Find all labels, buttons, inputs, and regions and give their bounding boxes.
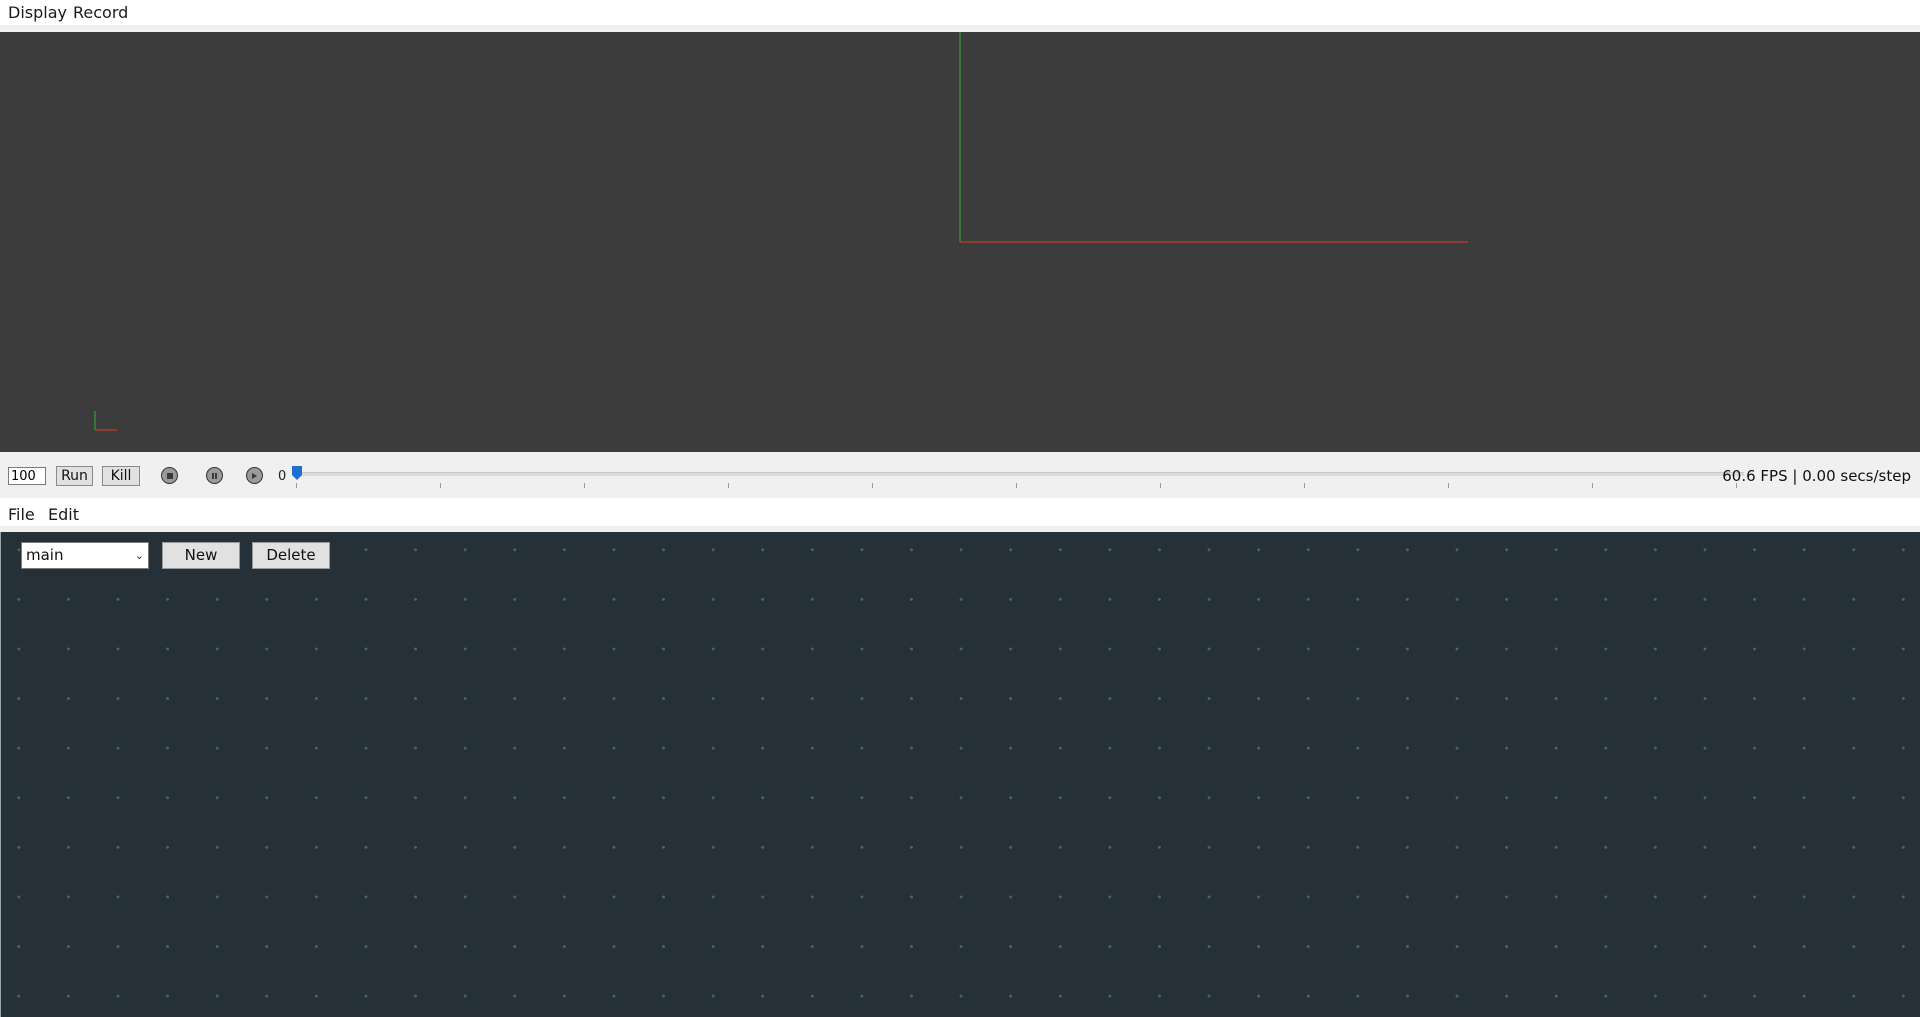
simulation-controls: 100 Run Kill 0 60.6 FPS | 0.00 secs/step	[0, 452, 1920, 498]
run-button[interactable]: Run	[56, 466, 93, 486]
play-icon	[252, 472, 257, 479]
play-button[interactable]	[246, 467, 263, 484]
stop-icon	[166, 472, 173, 479]
graph-select[interactable]: main ⌄	[21, 542, 149, 569]
stop-button[interactable]	[161, 467, 178, 484]
delete-graph-button[interactable]: Delete	[252, 542, 330, 569]
graph-select-value: main	[26, 546, 64, 564]
editor-menubar: File Edit	[0, 498, 1920, 532]
timeline-slider-thumb[interactable]	[292, 466, 302, 480]
timeline-tick	[440, 483, 441, 488]
timeline-tick	[872, 483, 873, 488]
chevron-down-icon: ⌄	[134, 549, 144, 562]
timeline-tick	[1160, 483, 1161, 488]
timeline-tick	[1448, 483, 1449, 488]
menu-display[interactable]: Display	[8, 3, 67, 23]
timeline-tick	[296, 483, 297, 488]
kill-button[interactable]: Kill	[102, 466, 140, 486]
step-counter: 0	[278, 469, 287, 484]
viewer-menubar: Display Record	[0, 0, 1920, 25]
pause-icon	[212, 472, 217, 479]
menu-file[interactable]: File	[8, 505, 35, 525]
timeline-tick	[728, 483, 729, 488]
timeline-tick	[1592, 483, 1593, 488]
timeline-tick	[584, 483, 585, 488]
3d-viewport[interactable]	[0, 32, 1920, 452]
timeline-slider-track[interactable]	[296, 472, 1744, 476]
timeline-tick	[1016, 483, 1017, 488]
node-editor-canvas[interactable]: main ⌄ New Delete	[0, 532, 1920, 1017]
new-graph-button[interactable]: New	[162, 542, 240, 569]
pause-button[interactable]	[206, 467, 223, 484]
menu-record[interactable]: Record	[73, 3, 128, 23]
steps-input[interactable]: 100	[8, 467, 46, 485]
menu-edit[interactable]: Edit	[48, 505, 79, 525]
timeline-tick	[1304, 483, 1305, 488]
viewport-canvas	[94, 32, 1468, 431]
fps-status: 60.6 FPS | 0.00 secs/step	[1722, 467, 1911, 485]
